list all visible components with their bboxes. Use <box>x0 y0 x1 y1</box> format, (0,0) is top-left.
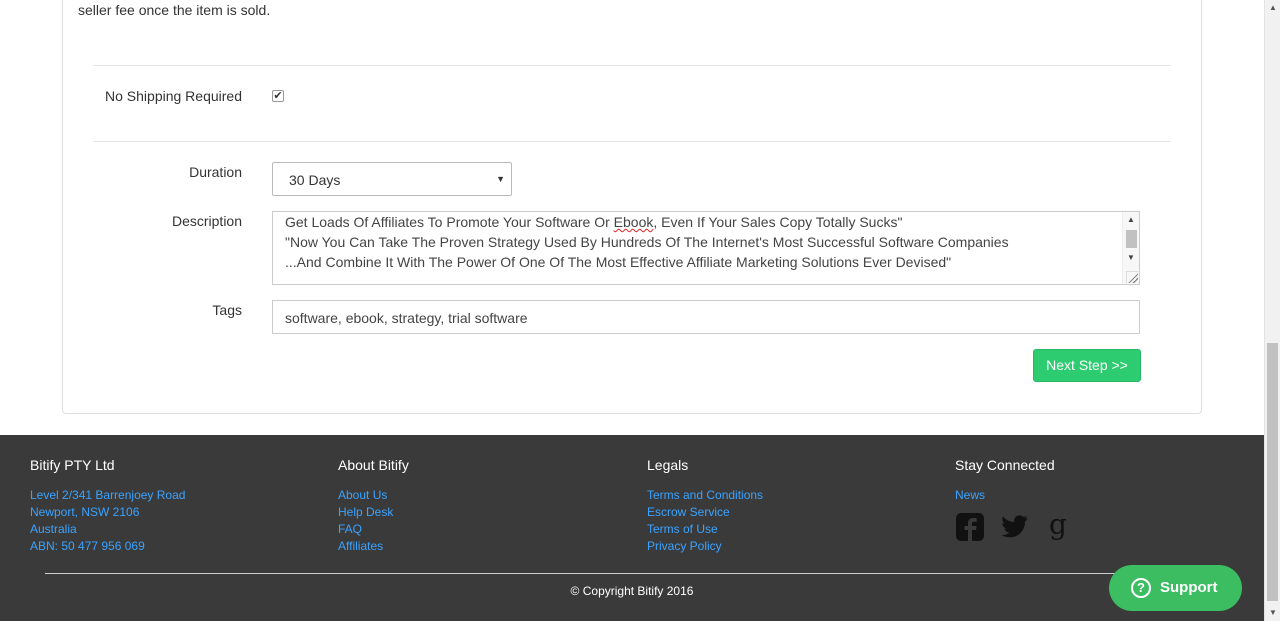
abn-line[interactable]: ABN: 50 477 956 069 <box>30 538 185 555</box>
copyright-text: © Copyright Bitify 2016 <box>570 584 694 598</box>
scroll-down-arrow-icon[interactable]: ▼ <box>1269 608 1277 617</box>
site-footer: Bitify PTY Ltd Level 2/341 Barrenjoey Ro… <box>0 435 1264 621</box>
divider <box>93 65 1171 66</box>
page-scroll-thumb[interactable] <box>1267 343 1278 601</box>
misspelled-word: Ebook <box>613 214 654 230</box>
description-text: Get Loads Of Affiliates To Promote Your … <box>285 212 1009 272</box>
footer-company-column: Bitify PTY Ltd Level 2/341 Barrenjoey Ro… <box>30 457 185 555</box>
duration-select[interactable]: 30 Days ▼ <box>272 162 512 196</box>
tags-label: Tags <box>212 302 242 318</box>
footer-legals-column: Legals Terms and Conditions Escrow Servi… <box>647 457 763 555</box>
description-textarea[interactable]: Get Loads Of Affiliates To Promote Your … <box>272 211 1140 285</box>
scroll-up-arrow-icon[interactable]: ▲ <box>1127 215 1135 224</box>
facebook-icon[interactable] <box>955 512 985 542</box>
description-line: , Even If Your Sales Copy Totally Sucks" <box>653 214 903 230</box>
description-label: Description <box>171 213 242 229</box>
affiliates-link[interactable]: Affiliates <box>338 538 409 555</box>
escrow-service-link[interactable]: Escrow Service <box>647 504 763 521</box>
no-shipping-checkbox[interactable]: ✔ <box>272 90 284 102</box>
help-desk-link[interactable]: Help Desk <box>338 504 409 521</box>
question-icon: ? <box>1131 578 1151 598</box>
duration-label: Duration <box>189 164 242 180</box>
address-line[interactable]: Level 2/341 Barrenjoey Road <box>30 487 185 504</box>
chevron-down-icon: ▼ <box>496 174 505 184</box>
footer-legals-title: Legals <box>647 457 689 473</box>
support-button[interactable]: ? Support <box>1109 565 1242 611</box>
footer-about-title: About Bitify <box>338 457 409 473</box>
footer-divider <box>45 573 1135 574</box>
about-us-link[interactable]: About Us <box>338 487 409 504</box>
next-step-button[interactable]: Next Step >> <box>1033 349 1141 382</box>
footer-about-column: About Bitify About Us Help Desk FAQ Affi… <box>338 457 409 555</box>
divider <box>93 141 1171 142</box>
description-line: "Now You Can Take The Proven Strategy Us… <box>285 234 1009 250</box>
footer-connected-title: Stay Connected <box>955 457 1055 473</box>
page: seller fee once the item is sold. No Shi… <box>0 0 1264 621</box>
terms-conditions-link[interactable]: Terms and Conditions <box>647 487 763 504</box>
resize-grip-icon[interactable] <box>1126 271 1138 283</box>
support-label: Support <box>1160 579 1218 596</box>
footer-connected-column: Stay Connected News <box>955 457 1055 504</box>
terms-of-use-link[interactable]: Terms of Use <box>647 521 763 538</box>
google-icon[interactable]: g <box>1047 512 1069 542</box>
listing-form-panel <box>62 0 1202 414</box>
no-shipping-label: No Shipping Required <box>105 88 242 104</box>
tags-input[interactable]: software, ebook, strategy, trial softwar… <box>272 300 1140 334</box>
faq-link[interactable]: FAQ <box>338 521 409 538</box>
duration-selected-value: 30 Days <box>289 172 341 188</box>
description-line: Get Loads Of Affiliates To Promote Your … <box>285 214 614 230</box>
svg-text:g: g <box>1049 512 1067 541</box>
address-line[interactable]: Newport, NSW 2106 <box>30 504 185 521</box>
textarea-scroll-thumb[interactable] <box>1126 230 1137 248</box>
news-link[interactable]: News <box>955 487 1055 504</box>
page-scrollbar[interactable]: ▲ ▼ <box>1264 0 1280 621</box>
footer-company-title: Bitify PTY Ltd <box>30 457 115 473</box>
description-line: ...And Combine It With The Power Of One … <box>285 254 952 270</box>
address-line[interactable]: Australia <box>30 521 185 538</box>
twitter-icon[interactable] <box>1001 515 1029 539</box>
privacy-policy-link[interactable]: Privacy Policy <box>647 538 763 555</box>
scroll-up-arrow-icon[interactable]: ▲ <box>1269 3 1277 12</box>
scroll-down-arrow-icon[interactable]: ▼ <box>1127 253 1135 262</box>
fee-note-text: seller fee once the item is sold. <box>78 2 271 18</box>
